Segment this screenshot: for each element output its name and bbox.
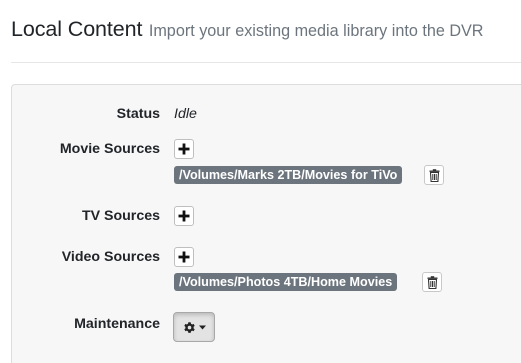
trash-icon: [427, 275, 437, 289]
plus-icon: [178, 143, 190, 155]
caret-down-icon: [198, 325, 206, 329]
tv-sources-label: TV Sources: [81, 208, 160, 224]
plus-icon: [178, 251, 190, 263]
movie-sources-label: Movie Sources: [59, 141, 160, 157]
movie-source-path: /Volumes/Marks 2TB/Movies for TiVo: [174, 166, 403, 184]
plus-icon: [178, 210, 190, 222]
add-movie-source-button[interactable]: [174, 139, 194, 159]
status-value: Idle: [174, 106, 197, 122]
maintenance-label: Maintenance: [74, 316, 160, 332]
page-title: Local Content: [11, 17, 143, 41]
page-subtitle: Import your existing media library into …: [148, 22, 484, 40]
add-video-source-button[interactable]: [174, 247, 194, 267]
trash-icon: [429, 168, 439, 182]
gear-icon: [183, 321, 195, 333]
header-divider: [11, 62, 521, 63]
local-content-page: Local Content Import your existing media…: [0, 0, 521, 363]
remove-movie-source-button[interactable]: [424, 165, 444, 185]
page-header: Local Content Import your existing media…: [11, 17, 484, 42]
status-label: Status: [116, 106, 160, 122]
video-sources-label: Video Sources: [61, 249, 160, 265]
video-source-path: /Volumes/Photos 4TB/Home Movies: [174, 273, 398, 291]
add-tv-source-button[interactable]: [174, 206, 194, 226]
maintenance-menu-button[interactable]: [173, 312, 215, 342]
remove-video-source-button[interactable]: [422, 272, 442, 292]
